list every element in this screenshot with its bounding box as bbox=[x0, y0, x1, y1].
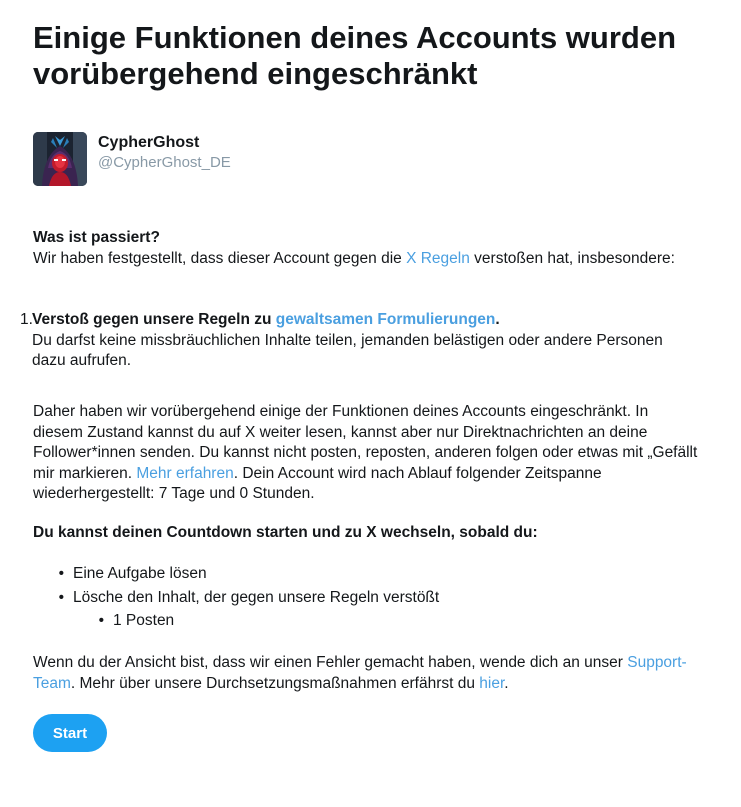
account-card: CypherGhost @CypherGhost_DE bbox=[33, 132, 231, 188]
violation-number: 1. bbox=[20, 311, 33, 328]
list-item: • Eine Aufgabe lösen bbox=[33, 564, 713, 585]
contact-section: Wenn du der Ansicht bist, dass wir einen… bbox=[33, 653, 723, 694]
what-happened-text-end: verstoßen hat, insbesondere: bbox=[469, 249, 675, 267]
list-item: • 1 Posten bbox=[33, 611, 713, 632]
countdown-heading: Du kannst deinen Countdown starten und z… bbox=[33, 524, 538, 541]
account-handle: @CypherGhost_DE bbox=[98, 154, 231, 171]
violent-speech-link[interactable]: gewaltsamen Formulierungen bbox=[276, 311, 496, 328]
start-button[interactable]: Start bbox=[33, 714, 107, 752]
account-display-name: CypherGhost bbox=[98, 134, 200, 151]
what-happened-text-start: Wir haben festgestellt, dass dieser Acco… bbox=[33, 249, 407, 267]
task-solve-puzzle: Eine Aufgabe lösen bbox=[73, 565, 207, 582]
contact-text-end: . bbox=[504, 674, 509, 692]
what-happened-heading: Was ist passiert? bbox=[33, 229, 160, 246]
contact-text-middle: . Mehr über unsere Durchsetzungsmaßnahme… bbox=[70, 674, 480, 692]
list-item: • Lösche den Inhalt, der gegen unsere Re… bbox=[33, 588, 713, 609]
bullet-icon: • bbox=[58, 588, 64, 606]
subtask-posts-count: 1 Posten bbox=[113, 612, 175, 629]
page-title: Einige Funktionen deines Accounts wurden… bbox=[33, 20, 677, 91]
bullet-icon: • bbox=[98, 612, 104, 629]
here-link[interactable]: hier bbox=[479, 675, 504, 692]
learn-more-link[interactable]: Mehr erfahren bbox=[136, 465, 233, 482]
task-delete-content: Lösche den Inhalt, der gegen unsere Rege… bbox=[73, 588, 440, 606]
x-rules-link[interactable]: X Regeln bbox=[406, 250, 470, 267]
violation-title-end: . bbox=[495, 311, 500, 328]
violation-item: 1. Verstoß gegen unsere Regeln zu gewalt… bbox=[20, 310, 720, 372]
hooded-figure-avatar-icon bbox=[33, 132, 87, 186]
what-happened-section: Was ist passiert? Wir haben festgestellt… bbox=[33, 228, 723, 269]
contact-text-start: Wenn du der Ansicht bist, dass wir einen… bbox=[33, 654, 628, 671]
violation-description: Du darfst keine missbräuchlichen Inhalte… bbox=[32, 331, 663, 370]
task-list: • Eine Aufgabe lösen • Lösche den Inhalt… bbox=[33, 564, 713, 632]
restriction-explanation: Daher haben wir vorübergehend einige der… bbox=[33, 402, 698, 505]
violation-title: Verstoß gegen unsere Regeln zu gewaltsam… bbox=[32, 310, 692, 331]
violation-title-text: Verstoß gegen unsere Regeln zu bbox=[32, 311, 276, 328]
bullet-icon: • bbox=[58, 565, 64, 582]
what-happened-text: Wir haben festgestellt, dass dieser Acco… bbox=[33, 249, 723, 270]
